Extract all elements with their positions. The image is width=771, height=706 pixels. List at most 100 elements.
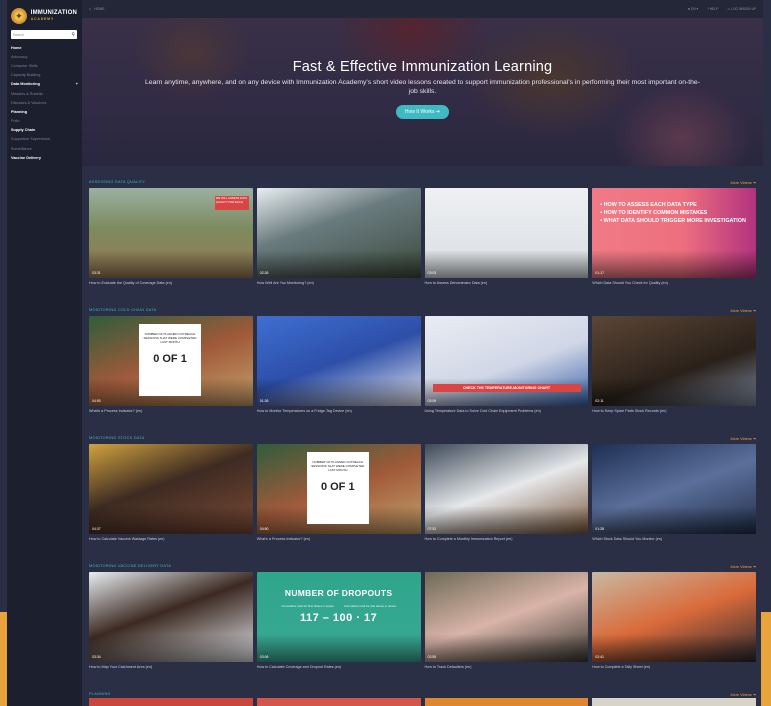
- video-duration: 03:03: [427, 271, 437, 275]
- video-title[interactable]: Which Stock Data Should You Monitor (en): [592, 537, 756, 545]
- video-card[interactable]: WE WILL ASSESS DATA QUALITY FOR EACH 03:3…: [89, 188, 253, 289]
- video-card[interactable]: 03:03 How to Assess Denominator Data (en): [424, 188, 589, 289]
- breadcrumb-home[interactable]: HOME: [94, 7, 105, 11]
- video-card[interactable]: 02:26 How Well Are You Monitoring? (en): [256, 188, 421, 289]
- overlay-tag: WE WILL ASSESS DATA QUALITY FOR EACH: [214, 196, 249, 210]
- overlay-bullet: • HOW TO ASSESS EACH DATA TYPE: [600, 202, 697, 208]
- video-thumbnail[interactable]: 02:26: [256, 188, 421, 278]
- video-thumbnail[interactable]: NUMBER OF DROPOUTS Cumulative total for f…: [256, 572, 421, 662]
- video-title[interactable]: How to Complete a Monthly Immunization R…: [425, 537, 589, 545]
- video-title[interactable]: How Well Are You Monitoring? (en): [257, 281, 421, 289]
- sidebar-item-label: Planning: [11, 109, 28, 114]
- video-card[interactable]: 02:11 How to Keep Spare Parts Stock Recor…: [592, 316, 756, 417]
- sidebar-item-label: Supply Chain: [11, 128, 36, 133]
- video-thumbnail[interactable]: 02:41: [592, 572, 756, 662]
- overlay-banner: CHECK THE TEMPERATURE-MONITORING CHART: [432, 384, 581, 392]
- logo[interactable]: ✦ IMMUNIZATION ACADEMY: [7, 0, 82, 27]
- sidebar-item-diseases-vaccines[interactable]: Diseases & Vaccines: [7, 98, 82, 107]
- sidebar-item-capacity-building[interactable]: Capacity Building: [7, 71, 82, 80]
- breadcrumb[interactable]: ⌂ HOME: [89, 7, 105, 11]
- login-link[interactable]: ☺ LOG IN/SIGN UP: [727, 7, 756, 11]
- video-title[interactable]: What's a Process Indicator? (en): [257, 537, 421, 545]
- sidebar-item-measles-rubella[interactable]: Measles & Rubella: [7, 89, 82, 98]
- sidebar-item-supply-chain[interactable]: Supply Chain: [7, 126, 82, 135]
- hero-title: Fast & Effective Immunization Learning: [292, 59, 553, 75]
- overlay-bullets: • HOW TO ASSESS EACH DATA TYPE • HOW TO I…: [600, 202, 746, 226]
- sidebar-item-planning[interactable]: Planning: [7, 107, 82, 116]
- video-thumbnail[interactable]: WE WILL ASSESS DATA QUALITY FOR EACH 03:3…: [89, 188, 253, 278]
- video-card[interactable]: NUMBER OF PLANNED OUTREACH SESSIONS THAT…: [256, 444, 421, 545]
- video-title[interactable]: How to Keep Spare Parts Stock Records (e…: [592, 409, 756, 417]
- sidebar-item-data-monitoring[interactable]: Data Monitoring +: [7, 80, 82, 89]
- video-title[interactable]: How to Complete a Tally Sheet (en): [592, 665, 756, 673]
- video-card[interactable]: 02:41 How to Complete a Tally Sheet (en): [592, 572, 756, 673]
- video-thumbnail[interactable]: 01:28: [592, 444, 756, 534]
- sidebar-item-surveillance[interactable]: Surveillance: [7, 144, 82, 153]
- video-duration: 02:26: [259, 271, 269, 275]
- video-section-monitoring-vaccine-delivery-data: MONITORING VACCINE DELIVERY DATA More Vid…: [89, 562, 756, 673]
- video-thumbnail[interactable]: CHECK THE TEMPERATURE-MONITORING CHART 02…: [424, 316, 589, 406]
- video-card[interactable]: 03:34 How to Map Your Catchment Area (en): [89, 572, 253, 673]
- video-thumbnail[interactable]: 03:34: [89, 572, 253, 662]
- help-link[interactable]: ? HELP: [707, 7, 718, 11]
- search-icon[interactable]: ⚲: [71, 32, 75, 38]
- video-title[interactable]: What's a Process Indicator? (en): [89, 409, 253, 417]
- section-title: MONITORING VACCINE DELIVERY DATA: [89, 564, 172, 568]
- video-title[interactable]: How to Map Your Catchment Area (en): [89, 665, 253, 673]
- more-videos-link[interactable]: More Videos ➔: [731, 692, 756, 697]
- sidebar-item-label: Surveillance: [11, 146, 32, 151]
- sidebar-item-computer-skills[interactable]: Computer Skills: [7, 61, 82, 70]
- hero-banner: Fast & Effective Immunization Learning L…: [82, 18, 763, 166]
- more-videos-link[interactable]: More Videos ➔: [731, 436, 756, 441]
- sidebar-item-home[interactable]: Home: [7, 43, 82, 52]
- language-selector[interactable]: ⊕ EN ▾: [688, 7, 699, 11]
- planning-thumb-3[interactable]: [424, 698, 589, 706]
- video-thumbnail[interactable]: • HOW TO ASSESS EACH DATA TYPE • HOW TO I…: [592, 188, 756, 278]
- sidebar-item-advocacy[interactable]: Advocacy: [7, 52, 82, 61]
- expand-plus-icon[interactable]: +: [76, 82, 78, 86]
- sidebar-item-vaccine-delivery[interactable]: Vaccine Delivery: [7, 153, 82, 162]
- video-thumbnail[interactable]: 02:11: [592, 316, 756, 406]
- video-duration: 01:26: [259, 399, 269, 403]
- video-card[interactable]: NUMBER OF PLANNED OUTREACH SESSIONS THAT…: [89, 316, 253, 417]
- video-thumbnail[interactable]: 01:26: [256, 316, 421, 406]
- video-title[interactable]: How to Assess Denominator Data (en): [425, 281, 589, 289]
- video-card[interactable]: CHECK THE TEMPERATURE-MONITORING CHART 02…: [424, 316, 589, 417]
- overlay-bullet: • WHAT DATA SHOULD TRIGGER MORE INVESTIG…: [600, 218, 746, 224]
- video-card[interactable]: 01:28 Which Stock Data Should You Monitor…: [592, 444, 756, 545]
- planning-thumb-1[interactable]: [89, 698, 253, 706]
- how-it-works-button[interactable]: How It Works ➔: [395, 105, 450, 120]
- video-title[interactable]: Which Data Should You Check for Quality …: [592, 281, 756, 289]
- video-card[interactable]: 02:55 How to Track Defaulters (en): [424, 572, 589, 673]
- more-videos-link[interactable]: More Videos ➔: [731, 564, 756, 569]
- sidebar-item-label: Advocacy: [11, 54, 28, 59]
- video-duration: 03:34: [92, 655, 101, 659]
- sidebar-item-label: Computer Skills: [11, 63, 38, 68]
- planning-thumb-2[interactable]: [256, 698, 421, 706]
- sidebar-item-polio[interactable]: Polio: [7, 117, 82, 126]
- video-card[interactable]: 01:26 How to Monitor Temperatures on a Fr…: [256, 316, 421, 417]
- video-title[interactable]: How to Monitor Temperatures on a Fridge-…: [257, 409, 421, 417]
- video-thumbnail[interactable]: 07:52: [424, 444, 589, 534]
- video-card[interactable]: NUMBER OF DROPOUTS Cumulative total for f…: [256, 572, 421, 673]
- video-title[interactable]: How to Track Defaulters (en): [425, 665, 589, 673]
- video-title[interactable]: How to Calculate Coverage and Dropout Ra…: [257, 665, 421, 673]
- sidebar-item-supportive-supervision[interactable]: Supportive Supervision: [7, 135, 82, 144]
- video-thumbnail[interactable]: NUMBER OF PLANNED OUTREACH SESSIONS THAT…: [256, 444, 421, 534]
- video-title[interactable]: How to Evaluate the Quality of Coverage …: [89, 281, 253, 289]
- search-input[interactable]: Search ⚲: [11, 30, 77, 39]
- more-videos-link[interactable]: More Videos ➔: [731, 180, 756, 185]
- video-card[interactable]: 07:52 How to Complete a Monthly Immunizat…: [424, 444, 589, 545]
- video-card[interactable]: • HOW TO ASSESS EACH DATA TYPE • HOW TO I…: [592, 188, 756, 289]
- sidebar-item-label: Home: [11, 45, 22, 50]
- planning-thumb-4[interactable]: [592, 698, 756, 706]
- more-videos-link[interactable]: More Videos ➔: [731, 308, 756, 313]
- video-duration: 07:52: [427, 527, 437, 531]
- video-thumbnail[interactable]: 03:03: [424, 188, 589, 278]
- video-title[interactable]: How to Calculate Vaccine Wastage Rates (…: [89, 537, 253, 545]
- video-title[interactable]: Using Temperature Data to Solve Cold Cha…: [425, 409, 589, 417]
- video-card[interactable]: 04:37 How to Calculate Vaccine Wastage Ra…: [89, 444, 253, 545]
- video-thumbnail[interactable]: 04:37: [89, 444, 253, 534]
- video-thumbnail[interactable]: 02:55: [424, 572, 589, 662]
- video-thumbnail[interactable]: NUMBER OF PLANNED OUTREACH SESSIONS THAT…: [89, 316, 253, 406]
